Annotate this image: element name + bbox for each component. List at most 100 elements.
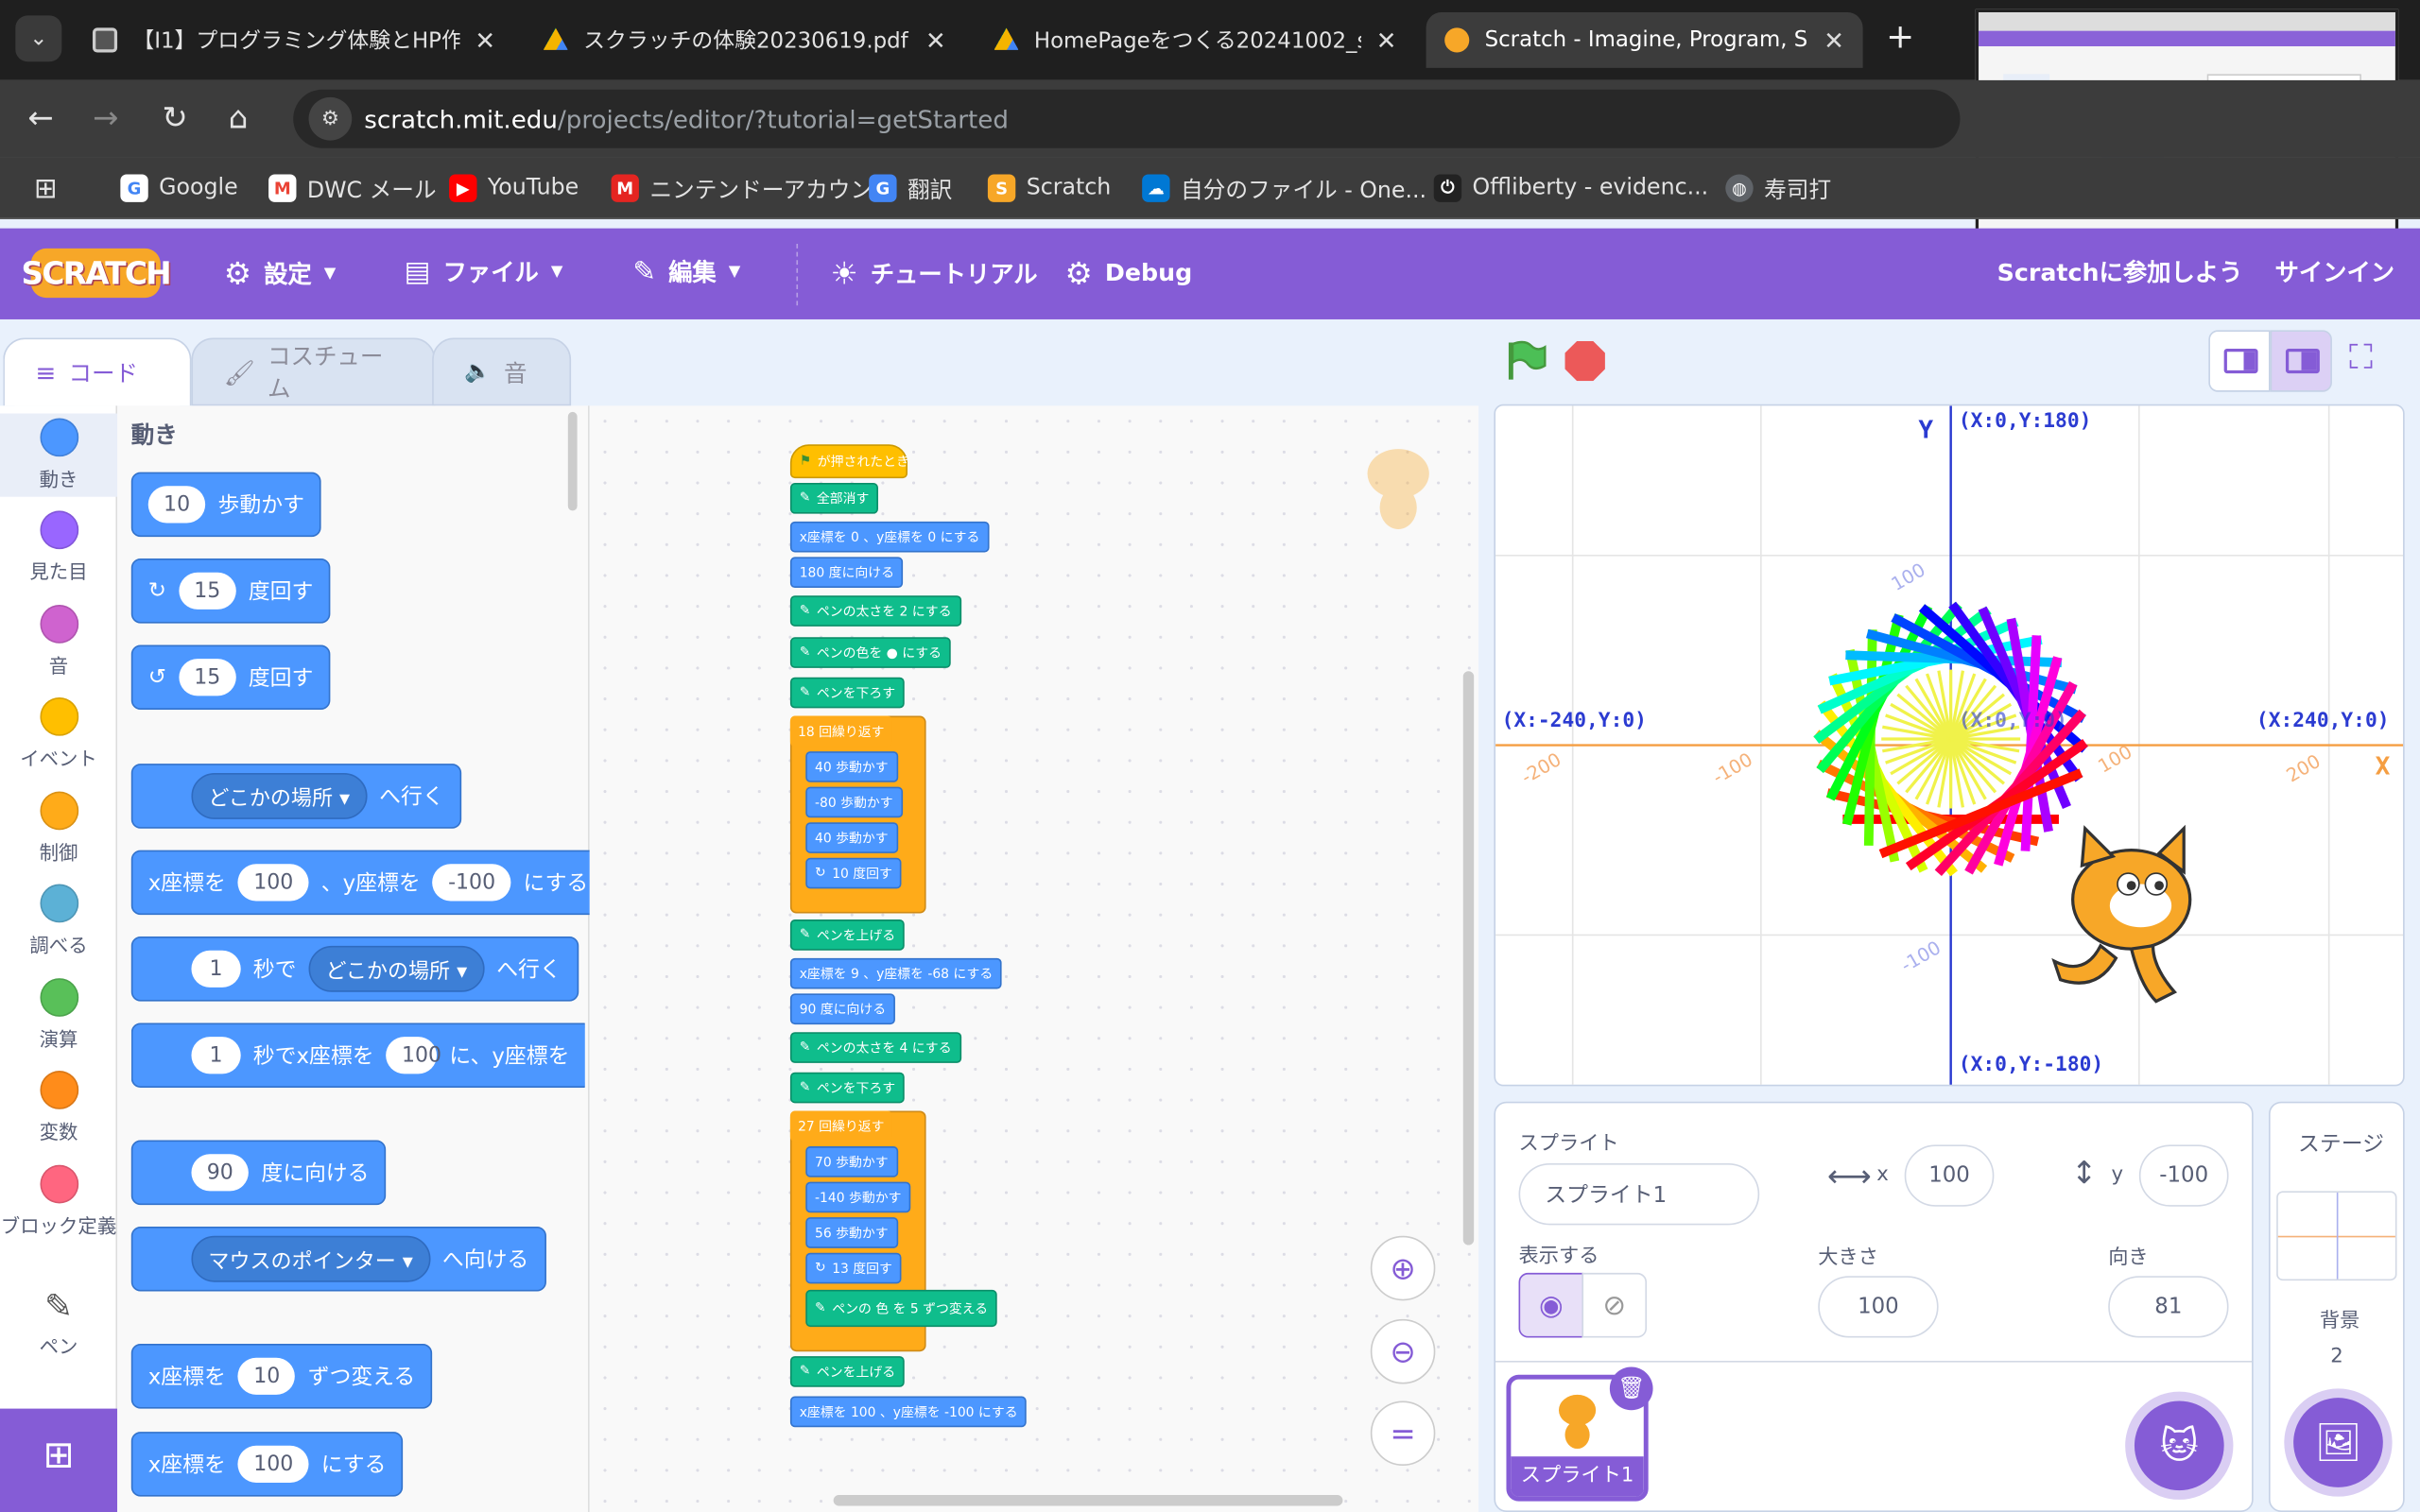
bookmark-google[interactable]: G Google xyxy=(120,170,238,207)
script-block[interactable]: ✎ ペンを上げる xyxy=(789,919,905,951)
script-block[interactable]: -80 歩動かす xyxy=(805,786,903,818)
browser-tab-1[interactable]: 【I1】プログラミング体験とHP作成実 ✕ xyxy=(74,12,513,68)
block-glide[interactable]: 1 秒で どこかの場所 ▾ へ行く xyxy=(130,936,579,1002)
category-events[interactable]: イベント xyxy=(0,696,117,771)
script-block[interactable]: ✎ ペンを下ろす xyxy=(789,677,905,709)
category-operators[interactable]: 演算 xyxy=(0,978,117,1052)
tab-sounds[interactable]: 🔈 音 xyxy=(432,337,572,406)
block-input[interactable]: 100 xyxy=(237,864,309,902)
fullscreen-icon[interactable]: ⛶ xyxy=(2349,339,2373,378)
block-input[interactable]: 15 xyxy=(178,659,236,696)
palette-scrollbar[interactable] xyxy=(567,411,578,511)
category-control[interactable]: 制御 xyxy=(0,791,117,866)
script-block[interactable]: 40 歩動かす xyxy=(805,822,898,853)
new-tab-button[interactable]: + xyxy=(1886,19,1914,58)
category-pen[interactable]: ✎ ペン xyxy=(0,1288,117,1359)
show-visible-button[interactable]: ◉ xyxy=(1518,1272,1584,1338)
bookmark-onedrive[interactable]: ☁ 自分のファイル - One... xyxy=(1142,170,1426,207)
settings-menu[interactable]: ⚙ 設定 ▼ xyxy=(224,254,337,291)
script-block[interactable]: ✎ ペンの色を ● にする xyxy=(789,637,951,668)
block-point-towards[interactable]: マウスのポインター ▾ へ向ける xyxy=(130,1226,546,1292)
scratch-logo[interactable]: SCRATCH xyxy=(21,248,172,299)
small-stage-button[interactable] xyxy=(2208,330,2271,392)
category-my-blocks[interactable]: ブロック定義 xyxy=(0,1164,117,1239)
add-extension-button[interactable]: ⊞ xyxy=(0,1408,118,1512)
zoom-out-button[interactable]: ⊖ xyxy=(1370,1318,1436,1384)
script-block[interactable]: 56 歩動かす xyxy=(805,1217,898,1248)
bookmark-sushida[interactable]: ◍ 寿司打 xyxy=(1725,170,1831,207)
block-dropdown[interactable]: マウスのポインター ▾ xyxy=(191,1235,430,1282)
when-flag-clicked-block[interactable]: ⚑ が押されたとき xyxy=(789,444,909,479)
sign-in-link[interactable]: サインイン xyxy=(2275,254,2395,288)
bookmark-scratch[interactable]: S Scratch xyxy=(987,170,1111,207)
stage-canvas[interactable]: Y X (X:0,Y:180) (X:0,Y:-180) (X:-240,Y:0… xyxy=(1494,404,2405,1087)
bookmark-youtube[interactable]: ▶ YouTube xyxy=(449,170,579,207)
debug-button[interactable]: ⚙ Debug xyxy=(1065,254,1193,291)
block-dropdown[interactable]: どこかの場所 ▾ xyxy=(191,772,368,819)
browser-tab-2[interactable]: スクラッチの体験20230619.pdf - G ✕ xyxy=(525,12,964,68)
browser-tab-4-active[interactable]: Scratch - Imagine, Program, Sh ✕ xyxy=(1426,12,1863,68)
block-input[interactable]: 100 xyxy=(237,1445,309,1483)
block-input[interactable]: 10 xyxy=(147,486,206,524)
block-input[interactable]: 10 xyxy=(237,1357,296,1395)
home-icon[interactable]: ⌂ xyxy=(229,98,249,135)
repeat-block-header[interactable]: 27 回繰り返す xyxy=(789,1110,892,1143)
category-sound[interactable]: 音 xyxy=(0,604,117,679)
show-hidden-button[interactable]: ⊘ xyxy=(1582,1272,1648,1338)
block-goto-xy[interactable]: x座標を 100 、y座標を -100 にする xyxy=(130,850,606,916)
tab-code[interactable]: ≡ コード xyxy=(3,337,192,406)
file-menu[interactable]: ▤ ファイル ▼ xyxy=(405,254,563,288)
edit-menu[interactable]: ✎ 編集 ▼ xyxy=(632,254,740,288)
script-block[interactable]: x座標を 100 、y座標を -100 にする xyxy=(789,1396,1028,1428)
bookmark-offliberty[interactable]: ⏻ Offliberty - evidenc... xyxy=(1433,170,1708,207)
category-motion[interactable]: 動き xyxy=(0,413,118,497)
tab-search-button[interactable]: ⌄ xyxy=(15,15,62,62)
block-turn-right[interactable]: ↻ 15 度回す xyxy=(130,558,331,624)
add-sprite-button[interactable]: 🐱 xyxy=(2134,1400,2224,1491)
script-block[interactable]: ✎ ペンの太さを 4 にする xyxy=(789,1032,961,1063)
script-block[interactable]: ✎ ペンを上げる xyxy=(789,1356,905,1387)
zoom-in-button[interactable]: ⊕ xyxy=(1370,1235,1436,1301)
script-block[interactable]: 180 度に向ける xyxy=(789,557,904,589)
script-block[interactable]: ↻ 10 度回す xyxy=(805,857,902,889)
tab-costumes[interactable]: 🖌 コスチューム xyxy=(191,337,436,406)
block-input[interactable]: 90 xyxy=(191,1154,250,1192)
stage-thumbnail[interactable] xyxy=(2276,1191,2397,1281)
block-dropdown[interactable]: どこかの場所 ▾ xyxy=(308,945,485,992)
script-block[interactable]: ✎ 全部消す xyxy=(789,483,879,514)
forward-icon[interactable]: → xyxy=(93,98,118,135)
script-block[interactable]: 40 歩動かす xyxy=(805,751,898,782)
script-vscrollbar[interactable] xyxy=(1462,671,1475,1246)
delete-sprite-button[interactable]: 🗑 xyxy=(1609,1366,1653,1411)
browser-tab-3[interactable]: HomePageをつくる20241002_src ✕ xyxy=(976,12,1415,68)
close-tab-icon[interactable]: ✕ xyxy=(1376,26,1397,55)
block-input[interactable]: 15 xyxy=(178,572,236,610)
site-info-icon[interactable]: ⚙ xyxy=(308,96,353,141)
repeat-block-header[interactable]: 18 回繰り返す xyxy=(789,715,892,747)
zoom-reset-button[interactable]: = xyxy=(1370,1400,1436,1467)
close-tab-icon[interactable]: ✕ xyxy=(475,26,495,55)
script-block[interactable]: ✎ ペンの太さを 2 にする xyxy=(789,595,961,627)
close-tab-icon[interactable]: ✕ xyxy=(1824,26,1844,55)
bookmark-nintendo[interactable]: M ニンテンドーアカウント xyxy=(611,170,895,207)
block-input[interactable]: 100 xyxy=(386,1037,441,1074)
script-block[interactable]: -140 歩動かす xyxy=(805,1181,911,1213)
sprite-name-input[interactable]: スプライト1 xyxy=(1518,1163,1760,1226)
block-glide-xy[interactable]: 1 秒でx座標を 100 に、y座標を xyxy=(130,1022,585,1089)
block-goto[interactable]: どこかの場所 ▾ へ行く xyxy=(130,764,461,829)
script-block[interactable]: x座標を 0 、y座標を 0 にする xyxy=(789,521,990,553)
bookmark-dwc-mail[interactable]: M DWC メール xyxy=(268,170,437,207)
category-sensing[interactable]: 調べる xyxy=(0,884,117,958)
category-variables[interactable]: 変数 xyxy=(0,1071,117,1144)
size-input[interactable]: 100 xyxy=(1818,1276,1939,1338)
stop-icon[interactable] xyxy=(1564,340,1605,382)
close-tab-icon[interactable]: ✕ xyxy=(925,26,946,55)
tutorials-button[interactable]: ☀ チュートリアル xyxy=(830,254,1037,291)
block-set-x[interactable]: x座標を 100 にする xyxy=(130,1432,404,1497)
script-block[interactable]: 70 歩動かす xyxy=(805,1146,898,1177)
block-change-x[interactable]: x座標を 10 ずつ変える xyxy=(130,1344,433,1409)
block-input[interactable]: -100 xyxy=(432,864,511,902)
address-bar[interactable]: ⚙ scratch.mit.edu/projects/editor/?tutor… xyxy=(293,89,1961,148)
x-position-input[interactable]: 100 xyxy=(1904,1144,1995,1207)
script-block[interactable]: x座標を 9 、y座標を -68 にする xyxy=(789,957,1002,989)
